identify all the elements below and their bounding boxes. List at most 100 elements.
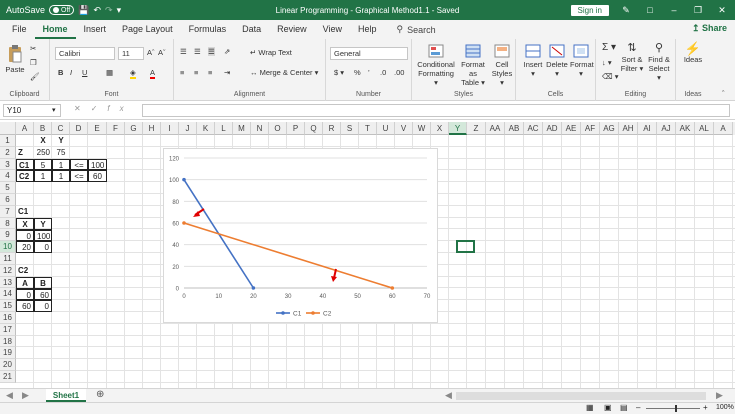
- column-header-j[interactable]: J: [179, 122, 197, 135]
- comma-icon[interactable]: ’: [368, 68, 370, 77]
- column-header-a[interactable]: A: [714, 122, 733, 135]
- autosave-toggle[interactable]: Off: [49, 5, 75, 15]
- align-center-icon[interactable]: ≡: [194, 68, 198, 77]
- maximize-icon[interactable]: ❐: [691, 5, 705, 16]
- tab-page-layout[interactable]: Page Layout: [114, 20, 181, 39]
- row-header-1[interactable]: 1: [0, 135, 16, 147]
- cell-a14[interactable]: A: [16, 276, 34, 289]
- row-header-3[interactable]: 3: [0, 158, 16, 171]
- cut-icon[interactable]: ✂: [30, 44, 36, 53]
- font-size-select[interactable]: 11: [118, 47, 144, 60]
- column-header-v[interactable]: V: [395, 122, 413, 135]
- cell-b1[interactable]: X: [34, 135, 52, 147]
- decrease-font-icon[interactable]: Aˇ: [158, 48, 166, 57]
- row-header-17[interactable]: 17: [0, 323, 16, 336]
- column-header-b[interactable]: B: [34, 122, 52, 135]
- name-box-dropdown-icon[interactable]: ▾: [52, 106, 56, 114]
- column-header-k[interactable]: K: [197, 122, 215, 135]
- sheet-tab-sheet1[interactable]: Sheet1: [46, 389, 86, 402]
- cancel-icon[interactable]: ✕: [74, 104, 91, 113]
- row-header-2[interactable]: 2: [0, 146, 16, 159]
- column-header-ab[interactable]: AB: [505, 122, 524, 135]
- column-header-w[interactable]: W: [413, 122, 431, 135]
- zoom-slider[interactable]: [646, 408, 700, 409]
- align-left-icon[interactable]: ≡: [180, 68, 184, 77]
- cell-b9[interactable]: 100: [34, 229, 52, 242]
- increase-font-icon[interactable]: Aˆ: [147, 48, 155, 57]
- column-header-e[interactable]: E: [88, 122, 107, 135]
- percent-icon[interactable]: %: [354, 68, 361, 77]
- italic-icon[interactable]: I: [70, 68, 72, 77]
- tab-insert[interactable]: Insert: [76, 20, 115, 39]
- font-color-icon[interactable]: A: [150, 68, 156, 79]
- cell-c1[interactable]: Y: [52, 135, 70, 147]
- orientation-icon[interactable]: ⇗: [224, 47, 230, 56]
- cell-b14[interactable]: B: [34, 276, 52, 289]
- row-header-4[interactable]: 4: [0, 170, 16, 183]
- column-header-x[interactable]: X: [431, 122, 449, 135]
- save-icon[interactable]: 💾: [78, 5, 89, 16]
- column-header-o[interactable]: O: [269, 122, 287, 135]
- find-select-button[interactable]: ⚲ Find & Select ▾: [646, 43, 672, 83]
- font-name-select[interactable]: Calibri: [55, 47, 115, 60]
- cell-b16[interactable]: 0: [34, 300, 52, 313]
- column-header-r[interactable]: R: [323, 122, 341, 135]
- zoom-level[interactable]: 100%: [716, 404, 734, 411]
- zoom-slider-thumb[interactable]: [675, 405, 677, 412]
- prev-sheet-icon[interactable]: ◀: [6, 390, 13, 401]
- format-painter-icon[interactable]: 🖌: [30, 72, 40, 81]
- increase-decimal-icon[interactable]: .0: [380, 68, 386, 77]
- align-top-icon[interactable]: ☰: [180, 47, 187, 56]
- close-icon[interactable]: ✕: [715, 5, 729, 16]
- column-header-ae[interactable]: AE: [562, 122, 581, 135]
- column-header-ad[interactable]: AD: [543, 122, 562, 135]
- row-header-6[interactable]: 6: [0, 194, 16, 206]
- tab-file[interactable]: File: [4, 20, 35, 39]
- hscroll-right-icon[interactable]: ▶: [716, 390, 723, 401]
- row-header-20[interactable]: 20: [0, 359, 16, 371]
- cell-b3[interactable]: 5: [34, 158, 52, 171]
- cell-d4[interactable]: <=: [70, 170, 88, 183]
- column-header-af[interactable]: AF: [581, 122, 600, 135]
- column-header-a[interactable]: A: [16, 122, 34, 135]
- number-format-select[interactable]: General: [330, 47, 408, 60]
- column-header-h[interactable]: H: [143, 122, 161, 135]
- row-header-19[interactable]: 19: [0, 347, 16, 360]
- fill-icon[interactable]: ↓ ▾: [602, 58, 612, 67]
- customize-toolbar-icon[interactable]: ▾: [117, 5, 122, 16]
- ribbon-display-icon[interactable]: □: [643, 5, 657, 15]
- column-header-n[interactable]: N: [251, 122, 269, 135]
- column-header-z[interactable]: Z: [467, 122, 486, 135]
- enter-icon[interactable]: ✓: [91, 104, 108, 113]
- autosum-icon[interactable]: Σ ▾: [602, 43, 616, 53]
- row-header-5[interactable]: 5: [0, 182, 16, 194]
- chart-area[interactable]: 0 20 40 60 80 100 120 0 10 20 30 40 50 60 70 C1 C2: [163, 148, 438, 323]
- conditional-formatting-button[interactable]: Conditional Formatting ▾: [416, 44, 456, 87]
- fx-icon[interactable]: fx: [107, 104, 133, 113]
- sign-in-button[interactable]: Sign in: [570, 4, 609, 16]
- column-header-ai[interactable]: AI: [638, 122, 657, 135]
- column-header-m[interactable]: M: [233, 122, 251, 135]
- fill-color-icon[interactable]: ◈: [130, 68, 136, 79]
- tab-help[interactable]: Help: [350, 20, 385, 39]
- cell-a8[interactable]: X: [16, 217, 34, 230]
- column-header-l[interactable]: L: [215, 122, 233, 135]
- delete-cells-button[interactable]: Delete ▾: [546, 44, 568, 78]
- cell-styles-button[interactable]: Cell Styles ▾: [490, 44, 514, 87]
- merge-center-button[interactable]: ↔ Merge & Center ▾: [250, 68, 318, 77]
- page-layout-view-icon[interactable]: ▣: [604, 403, 612, 412]
- pen-icon[interactable]: ✎: [619, 5, 633, 16]
- column-header-u[interactable]: U: [377, 122, 395, 135]
- add-sheet-icon[interactable]: ⊕: [96, 389, 104, 400]
- cell-a7[interactable]: C1: [16, 206, 34, 218]
- row-header-16[interactable]: 16: [0, 312, 16, 324]
- cell-e4[interactable]: 60: [88, 170, 107, 183]
- tab-review[interactable]: Review: [269, 20, 315, 39]
- column-header-y[interactable]: Y: [449, 122, 467, 135]
- undo-icon[interactable]: ↶: [93, 5, 101, 16]
- horizontal-scrollbar[interactable]: [456, 392, 706, 400]
- format-cells-button[interactable]: Format ▾: [570, 44, 594, 78]
- column-header-ag[interactable]: AG: [600, 122, 619, 135]
- insert-cells-button[interactable]: Insert ▾: [522, 44, 544, 78]
- clear-icon[interactable]: ⌫ ▾: [602, 72, 618, 81]
